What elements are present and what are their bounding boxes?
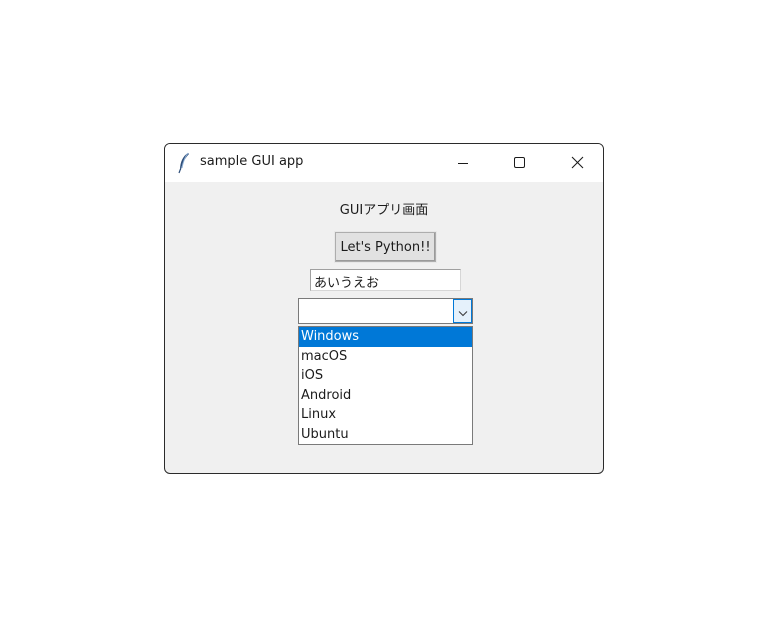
dropdown-option-ubuntu[interactable]: Ubuntu — [299, 425, 472, 445]
maximize-button[interactable] — [496, 144, 542, 182]
os-combobox[interactable] — [298, 298, 473, 324]
chevron-down-icon — [458, 302, 468, 321]
combobox-dropdown-button[interactable] — [453, 299, 472, 323]
minimize-icon — [457, 154, 469, 173]
window-title: sample GUI app — [200, 154, 304, 169]
close-icon — [571, 154, 584, 173]
title-bar[interactable]: sample GUI app — [165, 144, 603, 182]
dropdown-option-ios[interactable]: iOS — [299, 366, 472, 386]
dropdown-option-macos[interactable]: macOS — [299, 347, 472, 367]
feather-icon — [177, 152, 191, 174]
maximize-icon — [513, 154, 526, 173]
window-content: GUIアプリ画面 Let's Python!! あいうえお Windows mac… — [165, 182, 603, 473]
dropdown-option-windows[interactable]: Windows — [299, 327, 472, 347]
dropdown-option-android[interactable]: Android — [299, 386, 472, 406]
dropdown-option-linux[interactable]: Linux — [299, 405, 472, 425]
app-window: sample GUI app GUIアプリ画面 Let's Python!! あ… — [164, 143, 604, 474]
minimize-button[interactable] — [440, 144, 486, 182]
screen-label: GUIアプリ画面 — [339, 203, 429, 218]
text-entry[interactable]: あいうえお — [310, 269, 461, 291]
close-button[interactable] — [554, 144, 600, 182]
lets-python-button[interactable]: Let's Python!! — [334, 231, 437, 263]
combobox-dropdown-list[interactable]: Windows macOS iOS Android Linux Ubuntu — [298, 326, 473, 445]
